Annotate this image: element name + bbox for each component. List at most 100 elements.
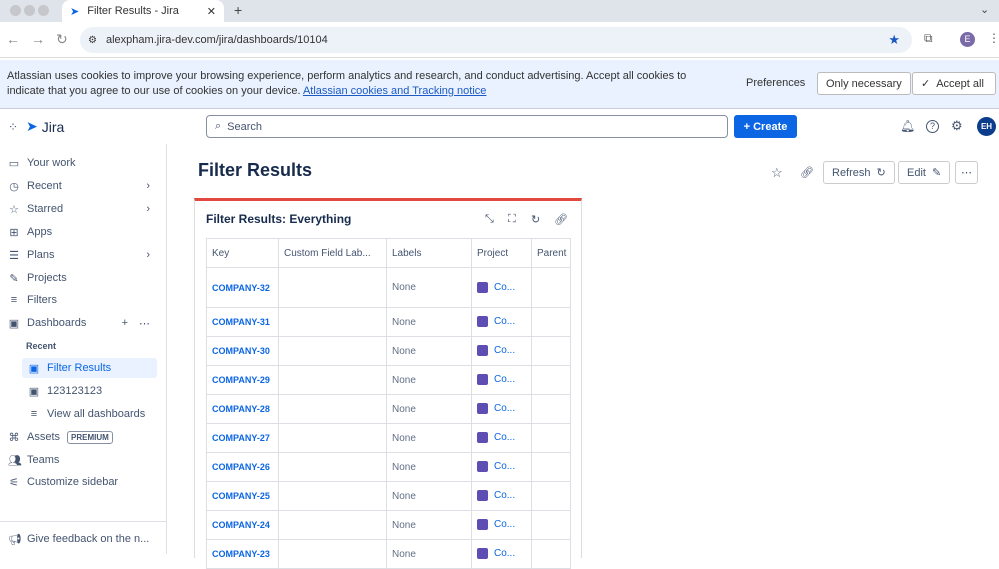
sidebar-dashboard-filter-results[interactable]: ▣ Filter Results (22, 358, 157, 378)
project-cell[interactable]: Co... (471, 481, 532, 511)
back-icon[interactable]: ← (6, 31, 20, 47)
close-tab-icon[interactable]: ✕ (207, 5, 216, 18)
project-cell[interactable]: Co... (471, 423, 532, 453)
preferences-button[interactable]: Preferences (746, 77, 805, 89)
issue-key-link[interactable]: COMPANY-31 (206, 307, 279, 337)
project-cell[interactable]: Co... (471, 452, 532, 482)
project-cell[interactable]: Co... (471, 307, 532, 337)
window-close-dot[interactable] (10, 5, 21, 16)
issue-key-link[interactable]: COMPANY-28 (206, 394, 279, 424)
more-icon[interactable]: ⋯ (139, 317, 150, 330)
sidebar-item-plans[interactable]: ☰ Plans › (8, 245, 158, 265)
issue-key-link[interactable]: COMPANY-27 (206, 423, 279, 453)
refresh-gadget-icon[interactable]: ↻ (531, 213, 540, 226)
accept-all-button[interactable]: ✓ Accept all (912, 72, 996, 95)
sidebar-item-customize[interactable]: ⚟ Customize sidebar (8, 472, 158, 492)
jira-logo[interactable]: ➤ Jira (26, 118, 64, 135)
notifications-bell-icon[interactable]: 🔔︎ (900, 119, 915, 133)
column-header[interactable]: Labels (386, 238, 472, 268)
project-avatar-icon (477, 316, 488, 328)
project-link[interactable]: Co... (494, 375, 515, 386)
project-link[interactable]: Co... (494, 404, 515, 415)
issue-key-link[interactable]: COMPANY-30 (206, 336, 279, 366)
browser-menu-icon[interactable]: ⋮ (988, 31, 999, 45)
sidebar-item-apps[interactable]: ⊞ Apps (8, 222, 158, 242)
project-cell[interactable]: Co... (471, 539, 532, 569)
sidebar-item-filters[interactable]: ≡ Filters (8, 290, 158, 310)
extensions-icon[interactable]: ⧉ (924, 31, 933, 46)
settings-gear-icon[interactable]: ⚙ (951, 118, 963, 134)
project-link[interactable]: Co... (494, 491, 515, 502)
fullscreen-icon[interactable]: ⛶ (508, 213, 516, 226)
refresh-button[interactable]: Refresh ↻ (823, 161, 895, 184)
project-cell[interactable]: Co... (471, 394, 532, 424)
issue-key-link[interactable]: COMPANY-25 (206, 481, 279, 511)
create-button[interactable]: + Create (734, 115, 797, 138)
sidebar-item-teams[interactable]: 👥︎ Teams (8, 450, 158, 470)
star-icon[interactable]: ☆ (771, 165, 783, 181)
project-link[interactable]: Co... (494, 317, 515, 328)
custom-field-cell (278, 365, 387, 395)
profile-avatar[interactable]: E (960, 32, 975, 47)
sidebar-item-projects[interactable]: ✎ Projects (8, 268, 158, 288)
cookie-notice-link[interactable]: Atlassian cookies and Tracking notice (303, 85, 486, 97)
browser-tab[interactable]: ➤ Filter Results - Jira ✕ (62, 0, 224, 22)
label: Projects (27, 272, 67, 284)
edit-button[interactable]: Edit ✎ (898, 161, 951, 184)
search-input[interactable]: ⌕ Search (206, 115, 728, 138)
sidebar-item-dashboards[interactable]: ▣ Dashboards + ⋯ (8, 313, 158, 333)
table-row: COMPANY-31 None Co... (206, 307, 571, 337)
sidebar-item-your-work[interactable]: ▭ Your work (8, 153, 158, 173)
inbox-icon: ▭ (8, 157, 20, 170)
more-icon: ⋯ (961, 167, 972, 179)
project-link[interactable]: Co... (494, 549, 515, 560)
label: Refresh (832, 166, 871, 179)
label: Customize sidebar (27, 476, 119, 488)
site-settings-icon[interactable]: ⚙ (88, 35, 97, 46)
sidebar-item-recent[interactable]: ◷ Recent › (8, 176, 158, 196)
sidebar-item-starred[interactable]: ☆ Starred › (8, 199, 158, 219)
column-header[interactable]: Parent (531, 238, 571, 268)
copy-link-icon[interactable]: 🔗︎ (800, 166, 814, 179)
project-link[interactable]: Co... (494, 462, 515, 473)
project-cell[interactable]: Co... (471, 267, 532, 308)
sidebar-item-assets[interactable]: ⌘ Assets PREMIUM (8, 427, 158, 447)
issue-key-link[interactable]: COMPANY-24 (206, 510, 279, 540)
issue-key-link[interactable]: COMPANY-23 (206, 539, 279, 569)
project-link[interactable]: Co... (494, 520, 515, 531)
project-link[interactable]: Co... (494, 433, 515, 444)
column-header[interactable]: Project (471, 238, 532, 268)
project-link[interactable]: Co... (494, 346, 515, 357)
project-avatar-icon (477, 519, 488, 531)
minimize-icon[interactable]: ⤡ (485, 213, 494, 226)
reload-icon[interactable]: ↻ (56, 31, 68, 48)
help-icon[interactable]: ? (926, 120, 939, 133)
project-link[interactable]: Co... (494, 282, 515, 293)
window-maximize-dot[interactable] (38, 5, 49, 16)
issue-key-link[interactable]: COMPANY-26 (206, 452, 279, 482)
jira-favicon-icon: ➤ (70, 5, 80, 18)
sidebar-dashboard-123123123[interactable]: ▣ 123123123 (28, 381, 178, 401)
project-cell[interactable]: Co... (471, 510, 532, 540)
column-header[interactable]: Key (206, 238, 279, 268)
forward-icon[interactable]: → (31, 31, 45, 47)
project-cell[interactable]: Co... (471, 365, 532, 395)
new-tab-icon[interactable]: + (234, 2, 242, 18)
more-actions-button[interactable]: ⋯ (955, 161, 978, 184)
column-header[interactable]: Custom Field Lab... (278, 238, 387, 268)
address-bar[interactable]: ⚙ alexpham.jira-dev.com/jira/dashboards/… (80, 27, 912, 53)
project-cell[interactable]: Co... (471, 336, 532, 366)
parent-cell (531, 481, 571, 511)
bookmark-star-icon[interactable]: ★ (888, 32, 900, 48)
tab-list-chevron-icon[interactable]: ⌄ (980, 3, 989, 16)
window-minimize-dot[interactable] (24, 5, 35, 16)
add-dashboard-icon[interactable]: + (122, 317, 128, 329)
gadget-link-icon[interactable]: 🔗︎ (554, 213, 568, 226)
sidebar-view-all-dashboards[interactable]: ≡ View all dashboards (28, 404, 178, 424)
issue-key-link[interactable]: COMPANY-32 (206, 267, 279, 308)
give-feedback-button[interactable]: 📢︎ Give feedback on the n... (8, 529, 158, 549)
only-necessary-button[interactable]: Only necessary (817, 72, 911, 95)
issue-key-link[interactable]: COMPANY-29 (206, 365, 279, 395)
app-switcher-icon[interactable]: ⁘ (8, 120, 18, 134)
user-avatar[interactable]: EH (977, 117, 996, 136)
